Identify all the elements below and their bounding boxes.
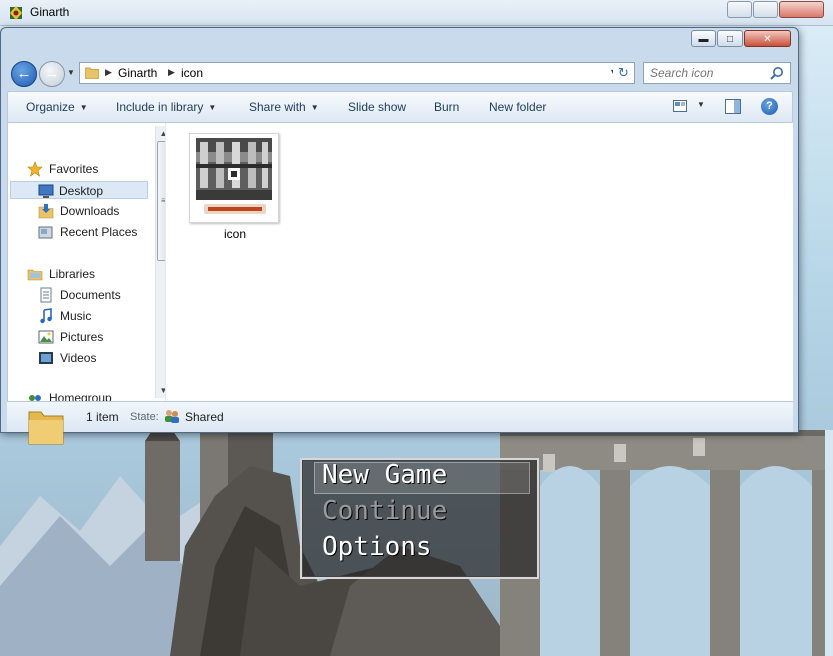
refresh-button[interactable]: ↻ <box>613 62 635 84</box>
nav-videos-label: Videos <box>60 351 97 365</box>
minimize-icon: ▬ <box>698 34 709 45</box>
star-icon <box>27 161 43 177</box>
explorer-maximize-button[interactable]: □ <box>717 30 743 47</box>
file-name: icon <box>223 227 246 241</box>
nav-documents-label: Documents <box>60 288 121 302</box>
nav-pane-scrollbar[interactable]: ▲ ≡ ▼ <box>155 126 165 398</box>
details-pane: 1 item State: Shared <box>7 401 793 445</box>
libraries-icon <box>27 269 43 281</box>
nav-pictures-label: Pictures <box>60 330 104 344</box>
nav-favorites-label: Favorites <box>49 162 99 176</box>
new-folder-button[interactable]: New folder <box>489 100 546 114</box>
menu-option-options[interactable]: Options <box>322 532 432 562</box>
file-thumbnail <box>189 133 279 223</box>
chevron-down-icon: ▼ <box>310 103 319 112</box>
music-icon <box>40 308 52 324</box>
forward-arrow-icon: → <box>44 65 60 82</box>
nav-music-label: Music <box>60 309 92 323</box>
documents-icon <box>40 287 52 303</box>
folder-icon <box>85 67 99 79</box>
search-icon[interactable] <box>770 66 784 80</box>
breadcrumb-separator-icon[interactable]: ▶ <box>168 67 175 78</box>
downloads-folder-icon <box>38 204 54 219</box>
breadcrumb-icon[interactable]: icon <box>181 66 203 80</box>
recent-places-icon <box>38 226 53 239</box>
navigation-bar: ← → ▼ ▶ Ginarth ▶ icon ▼ ↻ <box>9 60 793 88</box>
forward-button[interactable]: → <box>39 61 65 87</box>
address-bar[interactable]: ▶ Ginarth ▶ icon ▼ <box>79 62 623 84</box>
search-input[interactable] <box>650 65 768 81</box>
shared-users-icon <box>165 410 179 423</box>
file-item[interactable]: icon <box>187 131 283 243</box>
scroll-down-icon[interactable]: ▼ <box>156 383 165 398</box>
slide-show-button[interactable]: Slide show <box>348 100 406 114</box>
desktop-icon <box>38 184 54 198</box>
explorer-window: ▬ □ ✕ ← → ▼ ▶ Ginarth ▶ icon ▼ ↻ Organiz… <box>0 27 799 445</box>
explorer-close-button[interactable]: ✕ <box>744 30 791 47</box>
game-close-button[interactable] <box>779 1 824 18</box>
game-maximize-button[interactable] <box>753 1 778 18</box>
pictures-icon <box>38 330 54 344</box>
game-minimize-button[interactable] <box>727 1 752 18</box>
treasure-chest-icon <box>196 138 272 214</box>
recent-pages-dropdown[interactable]: ▼ <box>67 68 75 77</box>
organize-button[interactable]: Organize ▼ <box>26 100 88 114</box>
breadcrumb-separator-icon[interactable]: ▶ <box>105 67 112 78</box>
change-view-icon[interactable] <box>673 100 687 112</box>
game-app-icon <box>10 6 22 20</box>
preview-pane-icon[interactable] <box>725 99 741 114</box>
nav-desktop-label: Desktop <box>59 184 104 198</box>
nav-downloads-label: Downloads <box>60 204 120 218</box>
menu-option-new-game[interactable]: New Game <box>322 460 447 490</box>
nav-homegroup-label: Homegroup <box>49 391 112 401</box>
game-window-title: Ginarth <box>30 5 70 19</box>
back-button[interactable]: ← <box>11 61 37 87</box>
chevron-down-icon: ▼ <box>208 103 217 112</box>
share-with-label: Share with <box>249 100 306 114</box>
videos-icon <box>39 352 53 364</box>
view-options-dropdown-icon[interactable]: ▼ <box>697 100 705 109</box>
explorer-caption-bar[interactable]: ▬ □ ✕ <box>1 28 798 56</box>
search-box[interactable] <box>643 62 791 84</box>
help-icon[interactable]: ? <box>761 98 778 115</box>
scroll-up-icon[interactable]: ▲ <box>156 126 165 141</box>
share-with-button[interactable]: Share with ▼ <box>249 100 319 114</box>
scroll-thumb[interactable]: ≡ <box>157 141 165 261</box>
game-window-titlebar: Ginarth <box>0 0 833 26</box>
include-in-library-label: Include in library <box>116 100 204 114</box>
maximize-icon: □ <box>726 34 734 45</box>
item-count: 1 item <box>86 410 119 424</box>
file-list-pane[interactable]: icon <box>165 123 793 401</box>
state-label: State: <box>130 411 159 423</box>
burn-button[interactable]: Burn <box>434 100 459 114</box>
close-icon: ✕ <box>763 34 772 45</box>
include-in-library-button[interactable]: Include in library ▼ <box>116 100 216 114</box>
back-arrow-icon: ← <box>16 65 32 82</box>
chevron-down-icon: ▼ <box>79 103 88 112</box>
navigation-pane: Favorites Desktop Downloads Recent Place… <box>7 123 165 401</box>
command-toolbar: Organize ▼ Include in library ▼ Share with… <box>7 91 793 123</box>
organize-label: Organize <box>26 100 75 114</box>
homegroup-icon <box>29 395 41 401</box>
folder-icon <box>28 411 64 445</box>
explorer-minimize-button[interactable]: ▬ <box>691 30 716 47</box>
refresh-icon: ↻ <box>618 65 629 80</box>
state-value: Shared <box>185 410 224 424</box>
game-title-menu: New Game Continue Options <box>300 458 539 579</box>
nav-recent-places-label: Recent Places <box>60 225 138 239</box>
breadcrumb-ginarth[interactable]: Ginarth <box>118 66 157 80</box>
menu-option-continue[interactable]: Continue <box>322 496 447 526</box>
nav-libraries-label: Libraries <box>49 267 96 281</box>
nav-desktop[interactable]: Desktop <box>10 181 148 199</box>
